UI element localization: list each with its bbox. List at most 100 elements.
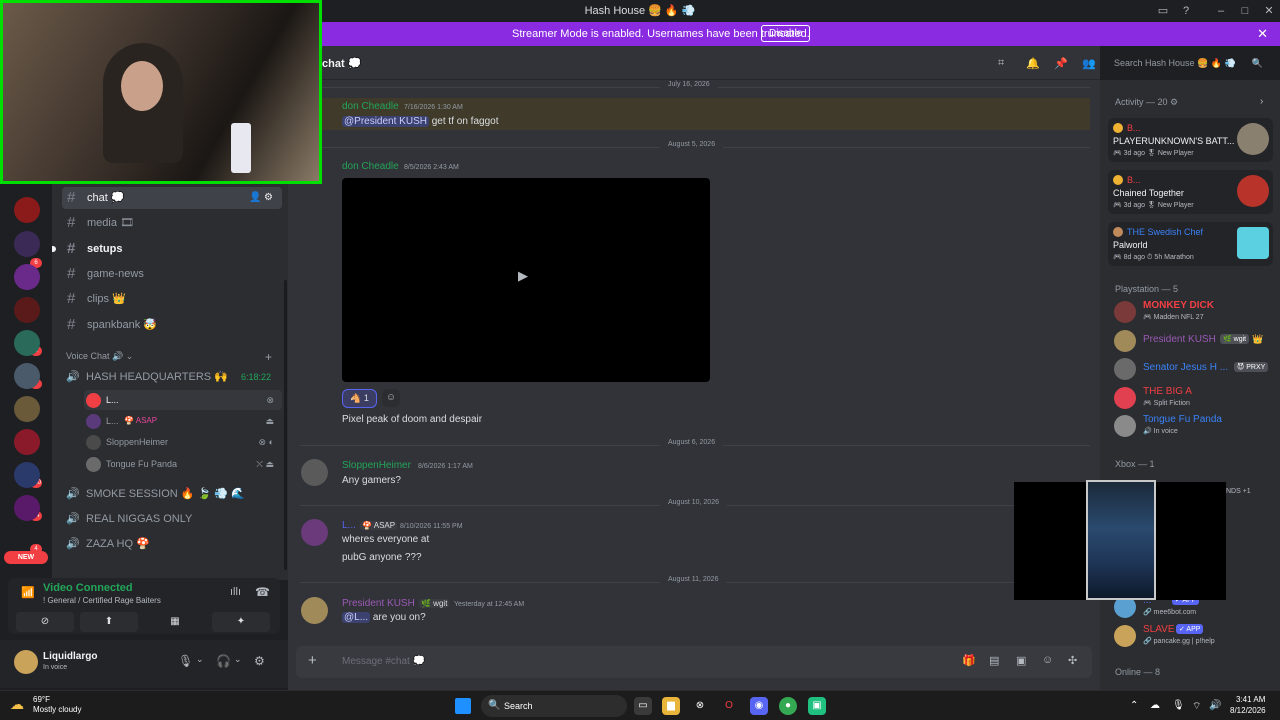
server-icon[interactable] bbox=[14, 495, 40, 521]
reaction-button[interactable]: 🐴 1 bbox=[342, 389, 377, 408]
start-button[interactable] bbox=[455, 698, 471, 714]
channel-clips[interactable]: # clips 👑 bbox=[62, 288, 282, 310]
voice-user[interactable]: L... ⊗ bbox=[84, 390, 282, 410]
server-icon[interactable] bbox=[14, 330, 40, 356]
sticker-icon[interactable]: ▣ bbox=[1016, 654, 1026, 667]
voice-user[interactable]: Tongue Fu Panda ⛌ ⏏ bbox=[84, 454, 282, 474]
clock-date[interactable]: 8/12/2026 bbox=[1230, 706, 1266, 715]
weather-icon[interactable]: ☁ bbox=[10, 696, 24, 713]
user-settings-icon[interactable]: ⚙ bbox=[254, 654, 265, 668]
voice-channel-real-only[interactable]: 🔊 REAL NIGGAS ONLY bbox=[62, 508, 282, 530]
app-icon[interactable]: ▣ bbox=[808, 697, 826, 715]
pin-icon[interactable]: 📌 bbox=[1054, 57, 1068, 70]
channel-media[interactable]: # media 🎞 bbox=[62, 212, 282, 234]
message-author[interactable]: L... bbox=[342, 520, 356, 531]
voice-category[interactable]: Voice Chat 🔊 ⌄ bbox=[66, 351, 133, 362]
message-composer[interactable]: + Message #chat 💭 🎁 ▤ ▣ ☺ ✣ bbox=[296, 646, 1092, 678]
chevron-down-icon[interactable]: ⌄ bbox=[196, 654, 204, 665]
chevron-right-icon[interactable]: › bbox=[1260, 96, 1263, 107]
activity-card[interactable]: B... Chained Together 🎮 3d ago 🎖 New Pla… bbox=[1108, 170, 1273, 214]
rtc-channel[interactable]: ! General / Certified Rage Baiters bbox=[43, 596, 161, 605]
apps-icon[interactable]: ✣ bbox=[1068, 654, 1077, 667]
message-author[interactable]: don Cheadle bbox=[342, 101, 399, 112]
emoji-icon[interactable]: ☺ bbox=[1042, 654, 1053, 666]
chrome-icon[interactable]: ● bbox=[779, 697, 797, 715]
message-author[interactable]: SloppenHeimer bbox=[342, 460, 411, 471]
add-reaction-icon[interactable]: ☺ bbox=[382, 389, 400, 407]
taskbar-search[interactable]: 🔍 Search bbox=[481, 695, 627, 717]
activity-card[interactable]: B... PLAYERUNKNOWN'S BATT... 🎮 3d ago 🎖 … bbox=[1108, 118, 1273, 162]
message[interactable]: L... 🍄 ASAP 8/10/2026 11:55 PM wheres ev… bbox=[300, 519, 1090, 567]
member-item[interactable]: MONKEY DICK 🎮 Madden NFL 27 bbox=[1112, 299, 1272, 327]
activity-card[interactable]: THE Swedish Chef Palworld 🎮 8d ago ⏱ 5h … bbox=[1108, 222, 1273, 266]
server-icon[interactable] bbox=[14, 264, 40, 290]
server-icon[interactable] bbox=[14, 462, 40, 488]
disconnect-icon[interactable]: ☎ bbox=[255, 585, 270, 599]
tray-mic-icon[interactable]: 🎙 bbox=[1172, 700, 1185, 711]
onedrive-icon[interactable]: ☁ bbox=[1150, 700, 1160, 711]
member-item[interactable]: Tongue Fu Panda 🔊 In voice bbox=[1112, 413, 1272, 441]
message[interactable]: don Cheadle 7/16/2026 1:30 AM @President… bbox=[300, 100, 1090, 130]
soundboard-button[interactable]: ✦ bbox=[212, 612, 270, 632]
minimize-icon[interactable]: – bbox=[1213, 3, 1229, 19]
video-embed[interactable]: ▶ bbox=[342, 178, 710, 382]
channel-settings-icon[interactable]: ⚙ bbox=[264, 187, 273, 209]
tray-chevron-icon[interactable]: ⌃ bbox=[1130, 700, 1138, 711]
chevron-down-icon[interactable]: ⌄ bbox=[234, 654, 242, 665]
avatar[interactable] bbox=[301, 459, 328, 486]
member-list-icon[interactable]: 👥 bbox=[1082, 57, 1096, 70]
avatar[interactable] bbox=[301, 597, 328, 624]
server-icon[interactable] bbox=[14, 396, 40, 422]
voice-channel-zaza-hq[interactable]: 🔊 ZAZA HQ 🍄 bbox=[62, 533, 282, 555]
wifi-icon[interactable]: ⌔ bbox=[1192, 700, 1201, 713]
channel-setups[interactable]: # setups bbox=[52, 238, 282, 260]
headphones-icon[interactable]: 🎧 bbox=[216, 654, 231, 668]
upload-plus-icon[interactable]: + bbox=[308, 652, 317, 669]
channel-spankbank[interactable]: # spankbank 🤯 bbox=[62, 314, 282, 336]
maximize-icon[interactable]: □ bbox=[1237, 3, 1253, 19]
user-mention[interactable]: @President KUSH bbox=[342, 116, 429, 127]
channel-list-scrollbar[interactable] bbox=[284, 280, 287, 570]
task-view-icon[interactable]: ▭ bbox=[634, 697, 652, 715]
channel-chat[interactable]: # chat 💭 👤 ⚙ bbox=[62, 187, 282, 209]
member-item[interactable]: SLAVE ✓ APP 🔗 pancake.gg | p!help bbox=[1112, 623, 1272, 651]
file-explorer-icon[interactable]: ▆ bbox=[662, 697, 680, 715]
volume-icon[interactable]: 🔊 bbox=[1209, 700, 1221, 711]
channel-game-news[interactable]: # game-news bbox=[62, 263, 282, 285]
message-author[interactable]: don Cheadle bbox=[342, 161, 399, 172]
avatar[interactable] bbox=[301, 519, 328, 546]
pip-preview[interactable] bbox=[1086, 480, 1156, 600]
message[interactable]: President KUSH 🌿 wgit Yesterday at 12:45… bbox=[300, 597, 1090, 627]
create-channel-icon[interactable]: + bbox=[265, 350, 272, 364]
server-icon[interactable] bbox=[14, 231, 40, 257]
microphone-icon[interactable]: 🎙 bbox=[178, 654, 193, 668]
voice-user[interactable]: SloppenHeimer ⊗ ◐ bbox=[84, 432, 282, 452]
server-icon[interactable] bbox=[14, 297, 40, 323]
discord-icon[interactable]: ◉ bbox=[750, 697, 768, 715]
message[interactable]: SloppenHeimer 8/6/2026 1:17 AM Any gamer… bbox=[300, 459, 1090, 489]
play-icon[interactable]: ▶ bbox=[518, 268, 528, 284]
server-icon[interactable] bbox=[14, 429, 40, 455]
opera-icon[interactable]: O bbox=[720, 697, 738, 715]
help-icon[interactable]: ? bbox=[1178, 3, 1194, 19]
member-item[interactable]: Senator Jesus H ... 😈 PRXY bbox=[1112, 356, 1272, 384]
xbox-icon[interactable]: ⊗ bbox=[691, 697, 709, 715]
screen-share-button[interactable]: ⬆ bbox=[80, 612, 138, 632]
noise-suppression-icon[interactable]: ıllı bbox=[230, 586, 241, 598]
server-icon[interactable] bbox=[14, 363, 40, 389]
gif-icon[interactable]: ▤ bbox=[989, 654, 999, 667]
banner-close-icon[interactable]: ✕ bbox=[1257, 26, 1268, 42]
clock-time[interactable]: 3:41 AM bbox=[1236, 695, 1265, 704]
member-item[interactable]: President KUSH 🌿 wgit 👑 bbox=[1112, 328, 1272, 356]
voice-user[interactable]: L... 🍄 ASAP ⏏ bbox=[84, 411, 282, 431]
add-member-icon[interactable]: 👤 bbox=[249, 187, 261, 209]
search-input[interactable]: Search Hash House 🍔 🔥 💨 🔍 bbox=[1109, 54, 1269, 72]
inbox-icon[interactable]: ▭ bbox=[1155, 3, 1171, 19]
activities-button[interactable]: ▦ bbox=[146, 612, 204, 632]
gift-icon[interactable]: 🎁 bbox=[962, 654, 976, 667]
avatar[interactable] bbox=[14, 650, 38, 674]
user-mention[interactable]: @L... bbox=[342, 612, 371, 623]
notification-bell-icon[interactable]: 🔔 bbox=[1026, 57, 1040, 70]
disable-streamer-mode-button[interactable]: Disable bbox=[761, 25, 811, 42]
server-icon[interactable] bbox=[14, 197, 40, 223]
